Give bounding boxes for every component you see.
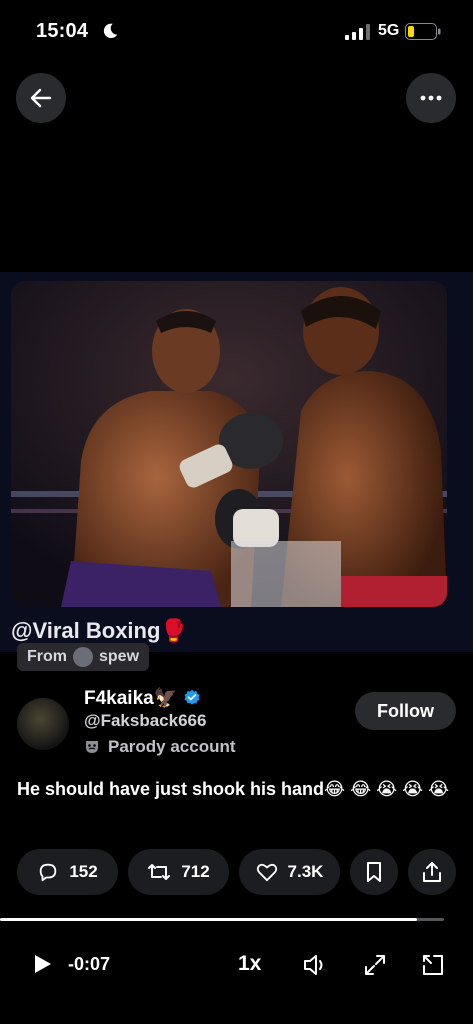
share-icon — [423, 862, 441, 882]
back-arrow-icon — [30, 88, 52, 108]
like-button[interactable]: 7.3K — [239, 849, 340, 895]
time-remaining: -0:07 — [68, 954, 111, 974]
playback-speed-button[interactable]: 1x — [238, 952, 261, 976]
repost-icon — [148, 864, 171, 880]
from-user: spew — [99, 648, 140, 665]
bookmark-icon — [367, 862, 381, 882]
like-count: 7.3K — [287, 862, 324, 881]
from-user-avatar — [73, 647, 93, 667]
signal-icon — [345, 24, 370, 40]
like-icon — [256, 863, 277, 882]
author-avatar[interactable] — [17, 698, 69, 750]
reply-count: 152 — [69, 862, 98, 881]
exit-icon[interactable] — [420, 952, 446, 978]
volume-icon[interactable] — [302, 952, 328, 978]
reply-icon — [40, 863, 57, 882]
expand-icon[interactable] — [362, 952, 388, 978]
repost-button[interactable]: 712 — [128, 849, 229, 895]
back-button[interactable] — [16, 73, 66, 123]
verified-badge-icon — [184, 689, 200, 705]
video-player[interactable] — [0, 272, 473, 652]
author-name-row[interactable]: F4kaika🦅 — [84, 686, 201, 710]
video-progress-fill — [0, 918, 418, 921]
reply-button[interactable]: 152 — [17, 849, 118, 895]
parody-mask-icon — [86, 741, 98, 753]
status-time: 15:04 — [36, 20, 89, 42]
moon-icon — [103, 23, 118, 39]
boxing-video-still — [11, 281, 447, 607]
from-attribution[interactable]: From spew — [17, 643, 150, 671]
play-icon[interactable] — [30, 952, 54, 976]
more-icon — [420, 95, 442, 101]
battery-icon — [405, 23, 441, 40]
from-label: From — [27, 648, 67, 665]
video-caption: @Viral Boxing🥊 — [11, 618, 188, 643]
more-button[interactable] — [406, 73, 456, 123]
author-handle[interactable]: @Faksback666 — [84, 711, 206, 731]
author-display-name: F4kaika🦅 — [84, 688, 178, 709]
video-progress-bar[interactable] — [0, 918, 444, 921]
follow-button[interactable]: Follow — [355, 692, 456, 730]
parody-label-row: Parody account — [84, 737, 236, 757]
parody-label: Parody account — [108, 737, 236, 756]
video-frame[interactable] — [11, 281, 447, 607]
status-bar: 15:04 5G — [0, 0, 473, 60]
network-label: 5G — [378, 22, 400, 39]
bookmark-button[interactable] — [350, 849, 398, 895]
tweet-text: He should have just shook his hand😂 😂 😭 … — [17, 779, 450, 799]
share-button[interactable] — [408, 849, 456, 895]
repost-count: 712 — [181, 862, 210, 881]
